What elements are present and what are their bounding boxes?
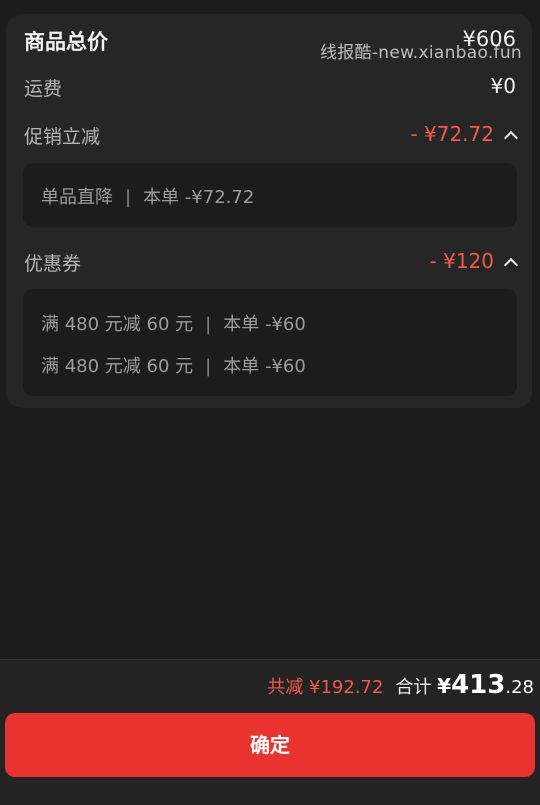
- detail-separator: |: [125, 187, 132, 208]
- chevron-up-icon[interactable]: [503, 257, 519, 273]
- goods-total-label: 商品总价: [24, 30, 108, 54]
- order-summary-page: 商品总价 ¥606 线报酷-new.xianbao.fun 运费 ¥0 促销立减…: [0, 0, 540, 805]
- coupon-detail-name: 满 480 元减 60 元: [41, 356, 194, 377]
- detail-separator: |: [205, 314, 212, 335]
- coupon-value-group[interactable]: - ¥120: [429, 249, 519, 273]
- coupon-detail-amount: 本单 -¥60: [223, 314, 306, 335]
- coupon-value: - ¥120: [429, 249, 494, 273]
- totals-summary: 共减 ¥192.72 合计 ¥413.28: [267, 670, 534, 700]
- promo-value-group[interactable]: - ¥72.72: [410, 122, 519, 146]
- watermark-text: 线报酷-new.xianbao.fun: [319, 43, 522, 63]
- coupon-detail-line: 满 480 元减 60 元 | 本单 -¥60: [41, 310, 306, 336]
- promo-detail-name: 单品直降: [41, 187, 113, 208]
- promo-details-box: 单品直降 | 本单 -¥72.72: [23, 163, 517, 227]
- promo-label: 促销立减: [24, 126, 101, 148]
- total-integer: 413: [451, 670, 506, 700]
- coupon-detail-line: 满 480 元减 60 元 | 本单 -¥60: [41, 352, 306, 378]
- coupon-details-box: 满 480 元减 60 元 | 本单 -¥60 满 480 元减 60 元 | 本单 -…: [23, 289, 517, 396]
- shipping-value: ¥0: [490, 74, 516, 98]
- total-currency: ¥: [437, 674, 452, 698]
- checkout-bar: 共减 ¥192.72 合计 ¥413.28 确定: [0, 659, 540, 805]
- total-label: 合计: [395, 677, 432, 698]
- coupon-detail-name: 满 480 元减 60 元: [41, 314, 194, 335]
- promo-row[interactable]: 促销立减 - ¥72.72: [24, 122, 519, 149]
- total-decimal: .28: [505, 677, 534, 698]
- promo-value: - ¥72.72: [410, 122, 494, 146]
- price-breakdown-card: 商品总价 ¥606 线报酷-new.xianbao.fun 运费 ¥0 促销立减…: [6, 14, 532, 408]
- promo-detail-amount: 本单 -¥72.72: [143, 187, 255, 208]
- coupon-label: 优惠券: [24, 253, 82, 275]
- coupon-detail-amount: 本单 -¥60: [223, 356, 306, 377]
- confirm-button[interactable]: 确定: [5, 713, 535, 777]
- total-saved: 共减 ¥192.72: [267, 677, 384, 698]
- detail-separator: |: [205, 356, 212, 377]
- promo-detail-line: 单品直降 | 本单 -¥72.72: [41, 183, 254, 209]
- shipping-label: 运费: [24, 78, 63, 100]
- coupon-row[interactable]: 优惠券 - ¥120: [24, 249, 519, 276]
- shipping-row: 运费 ¥0: [24, 74, 516, 101]
- chevron-up-icon[interactable]: [503, 130, 519, 146]
